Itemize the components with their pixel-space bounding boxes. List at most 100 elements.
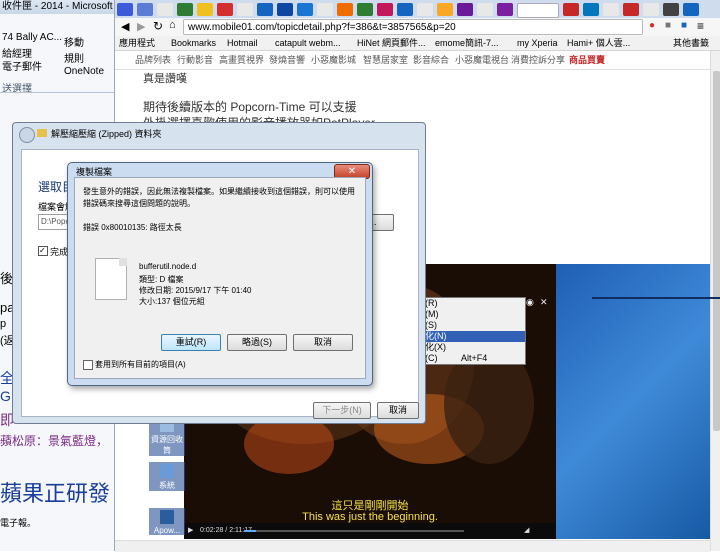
scrollbar-thumb[interactable] (713, 71, 720, 431)
nav-item[interactable]: 發燒音響 (269, 51, 305, 69)
tab-favicon[interactable] (563, 3, 579, 16)
tab-favicon[interactable] (137, 3, 153, 16)
tab-favicon[interactable] (643, 3, 659, 16)
bookmark-hinet[interactable]: HiNet 網頁郵件... (357, 36, 426, 50)
outlook-fragment-10: 電子報。 (0, 518, 37, 528)
desktop-icon-apowersoft[interactable]: Apow... (149, 508, 185, 535)
tab-favicon[interactable] (277, 3, 293, 16)
post-line: 期待後續版本的 Popcorn-Time 可以支援 (143, 100, 357, 114)
tab-favicon[interactable] (623, 3, 639, 16)
tab-strip (115, 0, 720, 18)
tab-favicon[interactable] (583, 3, 599, 16)
skip-button[interactable]: 略過(S) (227, 334, 287, 351)
next-label: 下一步(N) (322, 405, 362, 415)
bookmarks-bar: 應用程式 Bookmarks Hotmail catapult webm... … (115, 36, 720, 51)
close-icon[interactable]: ✕ (540, 297, 548, 308)
outlook-onenote-action[interactable]: OneNote (64, 66, 104, 77)
post-line: 真是讚嘆 (143, 73, 187, 85)
outlook-rules-action[interactable]: 規則 (64, 50, 84, 65)
tab-favicon[interactable] (663, 3, 679, 16)
nav-item-marketplace[interactable]: 商品買賣 (569, 51, 605, 69)
context-menu-item[interactable]: (M) (425, 309, 525, 320)
next-button[interactable]: 下一步(N) (313, 402, 371, 419)
forward-icon[interactable]: ▶ (137, 20, 145, 33)
retry-button[interactable]: 重試(R) (161, 334, 221, 351)
folder-icon (37, 129, 47, 137)
outlook-move-action[interactable]: 移動 (64, 34, 84, 49)
reload-icon[interactable]: ↻ (153, 19, 163, 33)
tab-favicon[interactable] (237, 3, 253, 16)
eye-icon[interactable]: ◉ (526, 297, 534, 308)
home-icon[interactable]: ⌂ (169, 19, 176, 31)
tab-favicon[interactable] (197, 3, 213, 16)
tab-favicon[interactable] (683, 3, 699, 16)
seek-bar[interactable] (244, 530, 464, 532)
nav-item[interactable]: 高畫質視界 (219, 51, 264, 69)
menu-icon[interactable]: ≡ (697, 19, 704, 33)
tab-favicon[interactable] (417, 3, 433, 16)
outlook-folder-1[interactable]: 74 Bally AC... (2, 32, 62, 43)
nav-item[interactable]: 行動影音 (177, 51, 213, 69)
bookmark-hami[interactable]: Hami+ 個人雲... (567, 36, 630, 50)
tab-favicon[interactable] (357, 3, 373, 16)
tab-active[interactable] (517, 3, 559, 18)
nav-item[interactable]: 消費控訴分享 (511, 51, 565, 69)
context-menu-item-selected[interactable]: 化(N) (425, 331, 525, 342)
nav-item[interactable]: 小惡魔電視台 (455, 51, 509, 69)
nav-item[interactable]: 品牌列表 (135, 51, 171, 69)
outlook-folder-3[interactable]: 電子郵件 (2, 58, 42, 73)
taskbar-edge (592, 297, 720, 299)
tab-favicon[interactable] (257, 3, 273, 16)
tab-favicon[interactable] (317, 3, 333, 16)
tab-favicon[interactable] (157, 3, 173, 16)
apply-all-checkbox[interactable] (83, 360, 93, 370)
bookmark-other[interactable]: 其他書籤 (673, 36, 709, 50)
tab-favicon[interactable] (217, 3, 233, 16)
extension-icon[interactable]: ■ (681, 20, 687, 31)
tab-favicon[interactable] (497, 3, 513, 16)
app-icon (160, 510, 174, 524)
bookmark-hotmail[interactable]: Hotmail (227, 36, 258, 50)
context-menu-item[interactable]: (R) (425, 298, 525, 309)
extension-icon[interactable]: ● (649, 20, 655, 31)
tab-favicon[interactable] (177, 3, 193, 16)
error-code: 錯誤 0x80010135: 路徑太長 (83, 223, 182, 232)
bookmark-apps[interactable]: 應用程式 (119, 36, 155, 50)
tab-favicon[interactable] (337, 3, 353, 16)
address-bar[interactable]: www.mobile01.com/topicdetail.php?f=386&t… (183, 19, 643, 35)
nav-item[interactable]: 影音綜合 (413, 51, 449, 69)
browser-toolbar: ◀ ▶ ↻ ⌂ www.mobile01.com/topicdetail.php… (115, 18, 720, 36)
bookmark-xperia[interactable]: my Xperia (517, 36, 558, 50)
extract-cancel-button[interactable]: 取消 (377, 402, 419, 419)
nav-item[interactable]: 智慧居家室 (363, 51, 408, 69)
tab-favicon[interactable] (457, 3, 473, 16)
context-menu-item[interactable]: 化(X) (425, 342, 525, 353)
tab-favicon[interactable] (117, 3, 133, 16)
desktop-icon-label: 資源回收筒 (151, 435, 183, 455)
horizontal-scrollbar[interactable] (115, 540, 710, 552)
bookmark-catapult[interactable]: catapult webm... (275, 36, 341, 50)
extract-cancel-label: 取消 (388, 405, 407, 415)
back-icon[interactable]: ◀ (121, 20, 129, 33)
extract-dialog-title: 解壓縮壓縮 (Zipped) 資料夾 (51, 129, 162, 139)
page-scrollbar[interactable] (710, 51, 720, 551)
tab-favicon[interactable] (477, 3, 493, 16)
bookmark-emome[interactable]: emome簡訊-7... (435, 36, 499, 50)
context-menu-item[interactable]: (S) (425, 320, 525, 331)
tab-favicon[interactable] (297, 3, 313, 16)
bookmark-bookmarks[interactable]: Bookmarks (171, 36, 216, 50)
desktop-icon-system[interactable]: 系統 (149, 462, 185, 491)
apply-all-label: 套用到所有目前的項目(A) (95, 360, 186, 369)
back-icon[interactable] (19, 127, 35, 143)
error-cancel-button[interactable]: 取消 (293, 334, 353, 351)
show-when-complete-checkbox[interactable]: ✓ (38, 246, 48, 256)
tab-favicon[interactable] (603, 3, 619, 16)
tab-favicon[interactable] (437, 3, 453, 16)
nav-item[interactable]: 小惡魔影城 (311, 51, 356, 69)
extension-icon[interactable]: ■ (665, 20, 671, 31)
tab-favicon[interactable] (377, 3, 393, 16)
play-icon[interactable]: ▶ (188, 523, 193, 539)
tab-favicon[interactable] (397, 3, 413, 16)
error-dialog-body: 發生意外的錯誤，因此無法複製檔案。如果繼續接收到這個錯誤，則可以使用錯誤碼來搜尋… (74, 177, 366, 379)
volume-icon[interactable]: ◢ (524, 523, 529, 539)
